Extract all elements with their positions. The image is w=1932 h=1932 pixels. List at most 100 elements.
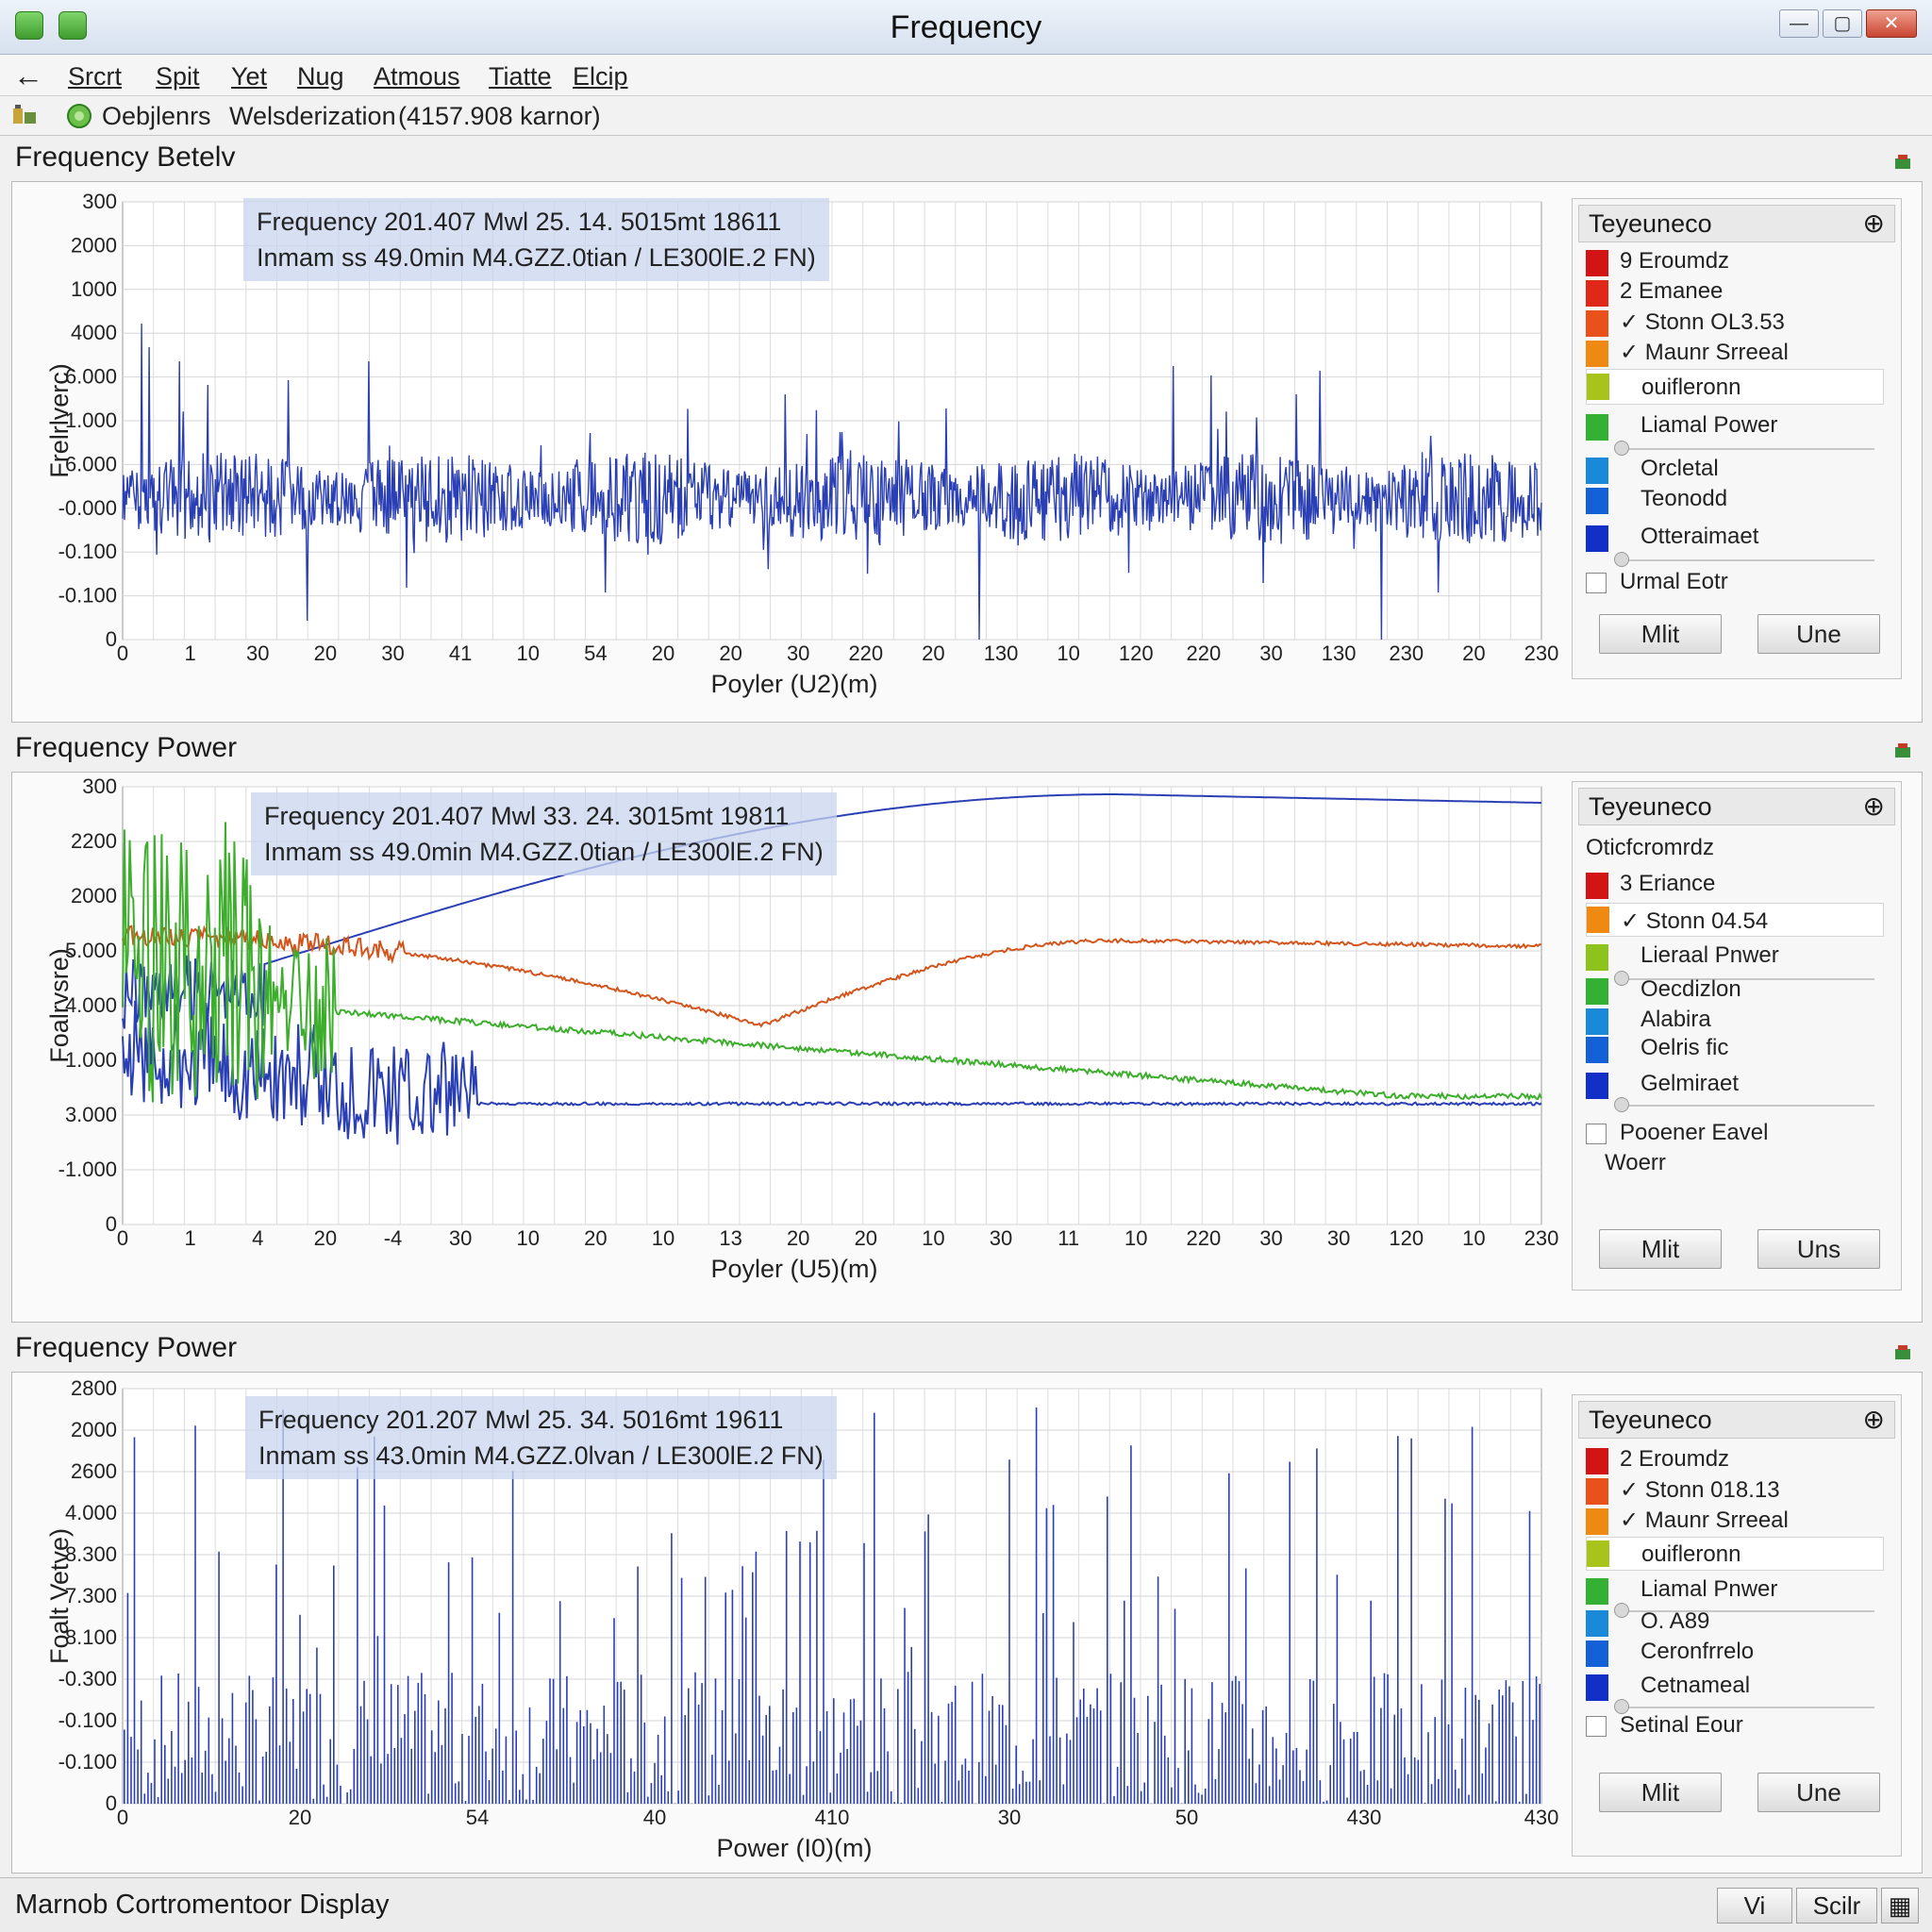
uns-button[interactable]: Uns [1757,1229,1880,1269]
status-grip-icon[interactable]: ▦ [1881,1888,1919,1924]
color-swatch [1587,907,1609,933]
menu-item-srcrt[interactable]: Srcrt [68,62,122,92]
slider-track[interactable] [1620,1105,1874,1107]
panel-title: Frequency Power [15,1332,238,1363]
add-series-icon[interactable]: ⊕ [1863,1404,1885,1435]
panel-title: Frequency Betelv [15,142,236,173]
status-bar: Marnob Cortromentoor Display Vi Scilr ▦ [0,1877,1932,1932]
panel-options-icon[interactable] [1892,1341,1913,1362]
color-swatch [1586,1073,1608,1099]
x-tick-label: 30 [787,641,809,665]
maximize-button[interactable]: ▢ [1823,9,1862,38]
color-swatch [1586,1448,1608,1474]
checkbox[interactable] [1586,1124,1607,1144]
slider-track[interactable] [1620,1707,1874,1708]
x-tick-label: 50 [1175,1806,1198,1829]
panel-options-icon[interactable] [1892,151,1913,172]
une-button[interactable]: Une [1757,1773,1880,1812]
add-series-icon[interactable]: ⊕ [1863,791,1885,822]
y-tick-label: 2600 [71,1459,117,1483]
x-tick-label: 54 [584,641,607,665]
legend-label: Alabira [1641,1007,1711,1032]
status-button-vi[interactable]: Vi [1717,1888,1792,1924]
legend-header[interactable]: Teyeuneco ⊕ [1578,788,1895,825]
color-swatch [1586,1478,1608,1505]
checkbox[interactable] [1586,1716,1607,1737]
back-arrow-icon[interactable]: ← [13,58,43,93]
y-axis-title: Foalt Vetve) [45,1528,74,1664]
x-tick-label: 4 [252,1226,263,1250]
readout-box: Frequency 201.407 Mwl 25. 14. 5015mt 186… [243,198,829,281]
x-tick-label: 20 [289,1806,311,1829]
legend-item-selected[interactable]: ✓ Stonn 04.54 [1586,903,1884,937]
slider-knob[interactable] [1614,552,1629,567]
panel-options-icon[interactable] [1892,740,1913,760]
toolbar-tools-icon[interactable] [11,103,38,129]
color-swatch [1586,525,1608,552]
close-button[interactable]: ✕ [1866,9,1917,38]
une-button[interactable]: Une [1757,614,1880,654]
mlit-button[interactable]: Mlit [1599,1229,1722,1269]
y-tick-label: 0 [106,1791,117,1815]
slider-knob[interactable] [1614,1603,1629,1618]
color-swatch [1586,414,1608,441]
slider-track[interactable] [1620,448,1874,450]
slider-knob[interactable] [1614,441,1629,456]
slider-knob[interactable] [1614,971,1629,986]
toolbar-label-visualization[interactable]: Welsderization [229,102,396,131]
legend-header[interactable]: Teyeuneco ⊕ [1578,205,1895,242]
menu-item-yet[interactable]: Yet [231,62,267,92]
menu-item-elcip[interactable]: Elcip [573,62,628,92]
x-tick-label: 0 [117,641,128,665]
color-swatch [1586,1641,1608,1667]
add-series-icon[interactable]: ⊕ [1863,208,1885,239]
y-tick-label: -0.100 [58,540,117,563]
legend-label: Urmal Eotr [1620,569,1728,594]
x-tick-label: 10 [652,1226,675,1250]
slider-track[interactable] [1620,559,1874,561]
x-tick-label: 41 [449,641,472,665]
color-swatch [1586,1508,1608,1535]
y-tick-label: -0.100 [58,584,117,608]
legend-label: Pooener Eavel [1620,1120,1769,1145]
menu-item-tiatte[interactable]: Tiatte [489,62,552,92]
menu-item-nug[interactable]: Nug [297,62,344,92]
x-tick-label: 20 [719,641,741,665]
legend-label: ouifleronn [1641,375,1741,400]
color-swatch [1586,341,1608,367]
color-swatch [1586,1578,1608,1605]
legend-panel-2: Teyeuneco ⊕ Oticfcromrdz 3 Eriance ✓ Sto… [1572,781,1902,1291]
toolbar-globe-icon[interactable] [66,103,92,129]
y-tick-label: 2000 [71,1418,117,1441]
y-tick-label: 3.000 [65,1103,117,1126]
legend-item-selected[interactable]: ouifleronn [1586,1537,1884,1571]
legend-panel-3: Teyeuneco ⊕ 2 Eroumdz ✓ Stonn 018.13 ✓ M… [1572,1394,1902,1857]
x-tick-label: 130 [984,641,1019,665]
status-button-scilr[interactable]: Scilr [1796,1888,1877,1924]
legend-label: Liamal Pnwer [1641,1576,1778,1602]
mlit-button[interactable]: Mlit [1599,1773,1722,1812]
x-tick-label: 130 [1322,641,1357,665]
y-tick-label: -0.100 [58,1708,117,1732]
x-tick-label: 1 [184,641,195,665]
minimize-button[interactable]: — [1779,9,1819,38]
x-tick-label: 230 [1524,1226,1559,1250]
y-tick-label: -0.100 [58,1750,117,1774]
legend-label: Liamal Power [1641,412,1778,438]
mlit-button[interactable]: Mlit [1599,614,1722,654]
x-tick-label: 11 [1058,1226,1079,1250]
x-tick-label: 20 [314,1226,337,1250]
y-tick-label: -1.000 [58,1158,117,1181]
y-tick-label: 300 [82,775,117,798]
checkbox[interactable] [1586,573,1607,593]
legend-item-selected[interactable]: ouifleronn [1586,369,1884,405]
color-swatch [1586,250,1608,276]
toolbar-label-objects[interactable]: Oebjlenrs [102,102,211,131]
readout-line-2: Inmam ss 43.0min M4.GZZ.0lvan / LE300lE.… [258,1441,824,1470]
slider-knob[interactable] [1614,1097,1629,1112]
x-tick-label: 430 [1524,1806,1559,1829]
menu-item-atmous[interactable]: Atmous [374,62,460,92]
legend-header[interactable]: Teyeuneco ⊕ [1578,1401,1895,1439]
legend-label: 2 Eroumdz [1620,1446,1730,1472]
menu-item-spit[interactable]: Spit [156,62,200,92]
